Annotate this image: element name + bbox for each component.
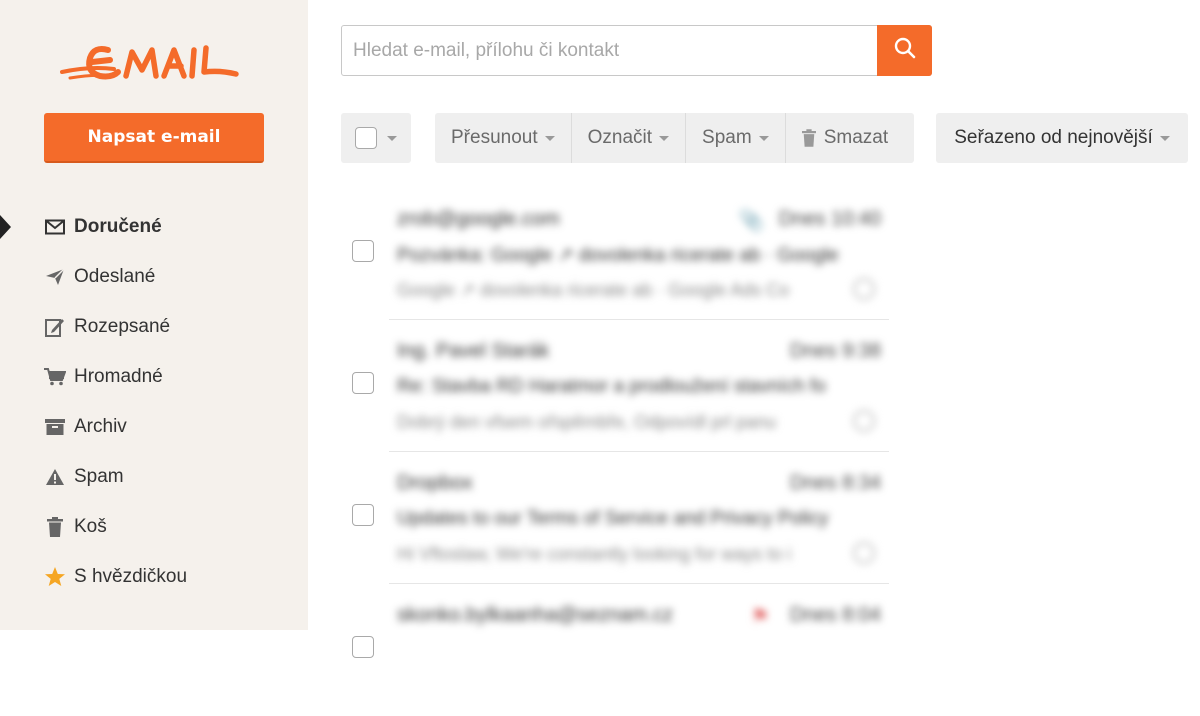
warning-icon	[44, 466, 66, 488]
search-icon	[894, 37, 916, 64]
email-subject: Re: Stavba RD Haratmor a prodloužení sta…	[397, 376, 826, 397]
email-row[interactable]: zrob@google.com 📎 Dnes 10:40 Pozvánka: G…	[341, 188, 889, 320]
search-button[interactable]	[877, 25, 932, 76]
preview-icon[interactable]	[853, 278, 875, 300]
email-preview: Dobrý den vfsem ořspěmbře, Odpovídl prl …	[397, 412, 777, 432]
email-sender: Ing. Pavel Starák	[397, 340, 550, 362]
chevron-down-icon	[387, 135, 397, 141]
chevron-down-icon	[659, 135, 670, 141]
trash-icon	[44, 516, 66, 538]
search-input[interactable]	[342, 26, 877, 75]
nav-item-label: Spam	[74, 466, 124, 487]
nav-item-spam[interactable]: Spam	[0, 452, 308, 502]
nav-item-trash[interactable]: Koš	[0, 502, 308, 552]
nav-item-starred[interactable]: S hvězdičkou	[0, 552, 308, 602]
delete-label: Smazat	[823, 127, 889, 148]
nav-item-inbox[interactable]: Doručené	[0, 202, 308, 252]
email-date: Dnes 10:40	[778, 208, 881, 230]
nav-item-label: Doručené	[74, 216, 162, 237]
mark-button[interactable]: Označit	[572, 113, 687, 163]
nav-item-drafts[interactable]: Rozepsané	[0, 302, 308, 352]
envelope-icon	[44, 216, 66, 238]
cart-icon	[44, 366, 66, 388]
email-sender: zrob@google.com	[397, 208, 560, 230]
email-row[interactable]: Dropbox Dnes 8:34 Updates to our Terms o…	[341, 452, 889, 584]
nav-item-bulk[interactable]: Hromadné	[0, 352, 308, 402]
email-date: Dnes 9:38	[789, 340, 881, 362]
preview-icon[interactable]	[853, 542, 875, 564]
email-checkbox[interactable]	[352, 372, 374, 394]
move-label: Přesunout	[451, 127, 538, 148]
archive-box-icon	[44, 416, 66, 438]
email-logo[interactable]	[60, 36, 240, 88]
compose-button[interactable]: Napsat e-mail	[44, 113, 264, 163]
sidebar: Napsat e-mail Doručené Odeslané Rozepsan…	[0, 0, 308, 630]
chevron-down-icon	[758, 135, 769, 141]
email-row[interactable]: Ing. Pavel Starák Dnes 9:38 Re: Stavba R…	[341, 320, 889, 452]
folder-nav: Doručené Odeslané Rozepsané Hromadné Arc…	[0, 202, 308, 602]
chevron-down-icon	[544, 135, 555, 141]
draft-edit-icon	[44, 316, 66, 338]
email-preview: Google ↗ dovolenka ricerate ab · Google …	[397, 280, 790, 300]
move-button[interactable]: Přesunout	[435, 113, 572, 163]
chevron-down-icon	[1159, 135, 1170, 141]
email-subject: Updates to our Terms of Service and Priv…	[397, 508, 829, 529]
email-sender: Dropbox	[397, 472, 473, 494]
email-subject: Pozvánka: Google ↗ dovolenka ricerate ab…	[397, 245, 839, 266]
active-indicator	[0, 215, 11, 239]
select-all-checkbox[interactable]	[355, 127, 377, 149]
nav-item-label: Odeslané	[74, 266, 156, 287]
flag-icon: ⚑	[751, 606, 769, 628]
email-preview: Hi Vftoslaw, We're constantly looking fo…	[397, 544, 792, 564]
email-checkbox[interactable]	[352, 636, 374, 658]
sort-label: Seřazeno od nejnovější	[954, 127, 1153, 148]
nav-item-label: Archiv	[74, 416, 127, 437]
delete-button[interactable]: Smazat	[786, 113, 904, 163]
message-actions-toolbar: Přesunout Označit Spam Smazat	[435, 113, 914, 163]
email-date: Dnes 8:34	[789, 472, 881, 494]
nav-item-label: Hromadné	[74, 366, 163, 387]
nav-item-label: S hvězdičkou	[74, 566, 188, 587]
spam-button[interactable]: Spam	[686, 113, 786, 163]
spam-label: Spam	[702, 127, 752, 148]
attachment-icon: 📎	[739, 210, 764, 232]
email-checkbox[interactable]	[352, 504, 374, 526]
nav-item-label: Rozepsané	[74, 316, 171, 337]
email-sender: skonko.bylkaanha@seznam.cz	[397, 604, 673, 626]
nav-item-label: Koš	[74, 516, 107, 537]
nav-item-sent[interactable]: Odeslané	[0, 252, 308, 302]
trash-icon	[801, 128, 816, 148]
select-all-dropdown[interactable]	[341, 113, 411, 163]
email-checkbox[interactable]	[352, 240, 374, 262]
sort-dropdown[interactable]: Seřazeno od nejnovější	[936, 113, 1188, 163]
star-icon	[44, 566, 66, 588]
paper-plane-icon	[44, 266, 66, 288]
email-date: Dnes 8:04	[789, 604, 881, 626]
mark-label: Označit	[587, 127, 653, 148]
email-row[interactable]: skonko.bylkaanha@seznam.cz ⚑ Dnes 8:04	[341, 584, 889, 716]
email-list: zrob@google.com 📎 Dnes 10:40 Pozvánka: G…	[341, 188, 889, 716]
search-bar	[341, 25, 932, 76]
nav-item-archive[interactable]: Archiv	[0, 402, 308, 452]
preview-icon[interactable]	[853, 410, 875, 432]
